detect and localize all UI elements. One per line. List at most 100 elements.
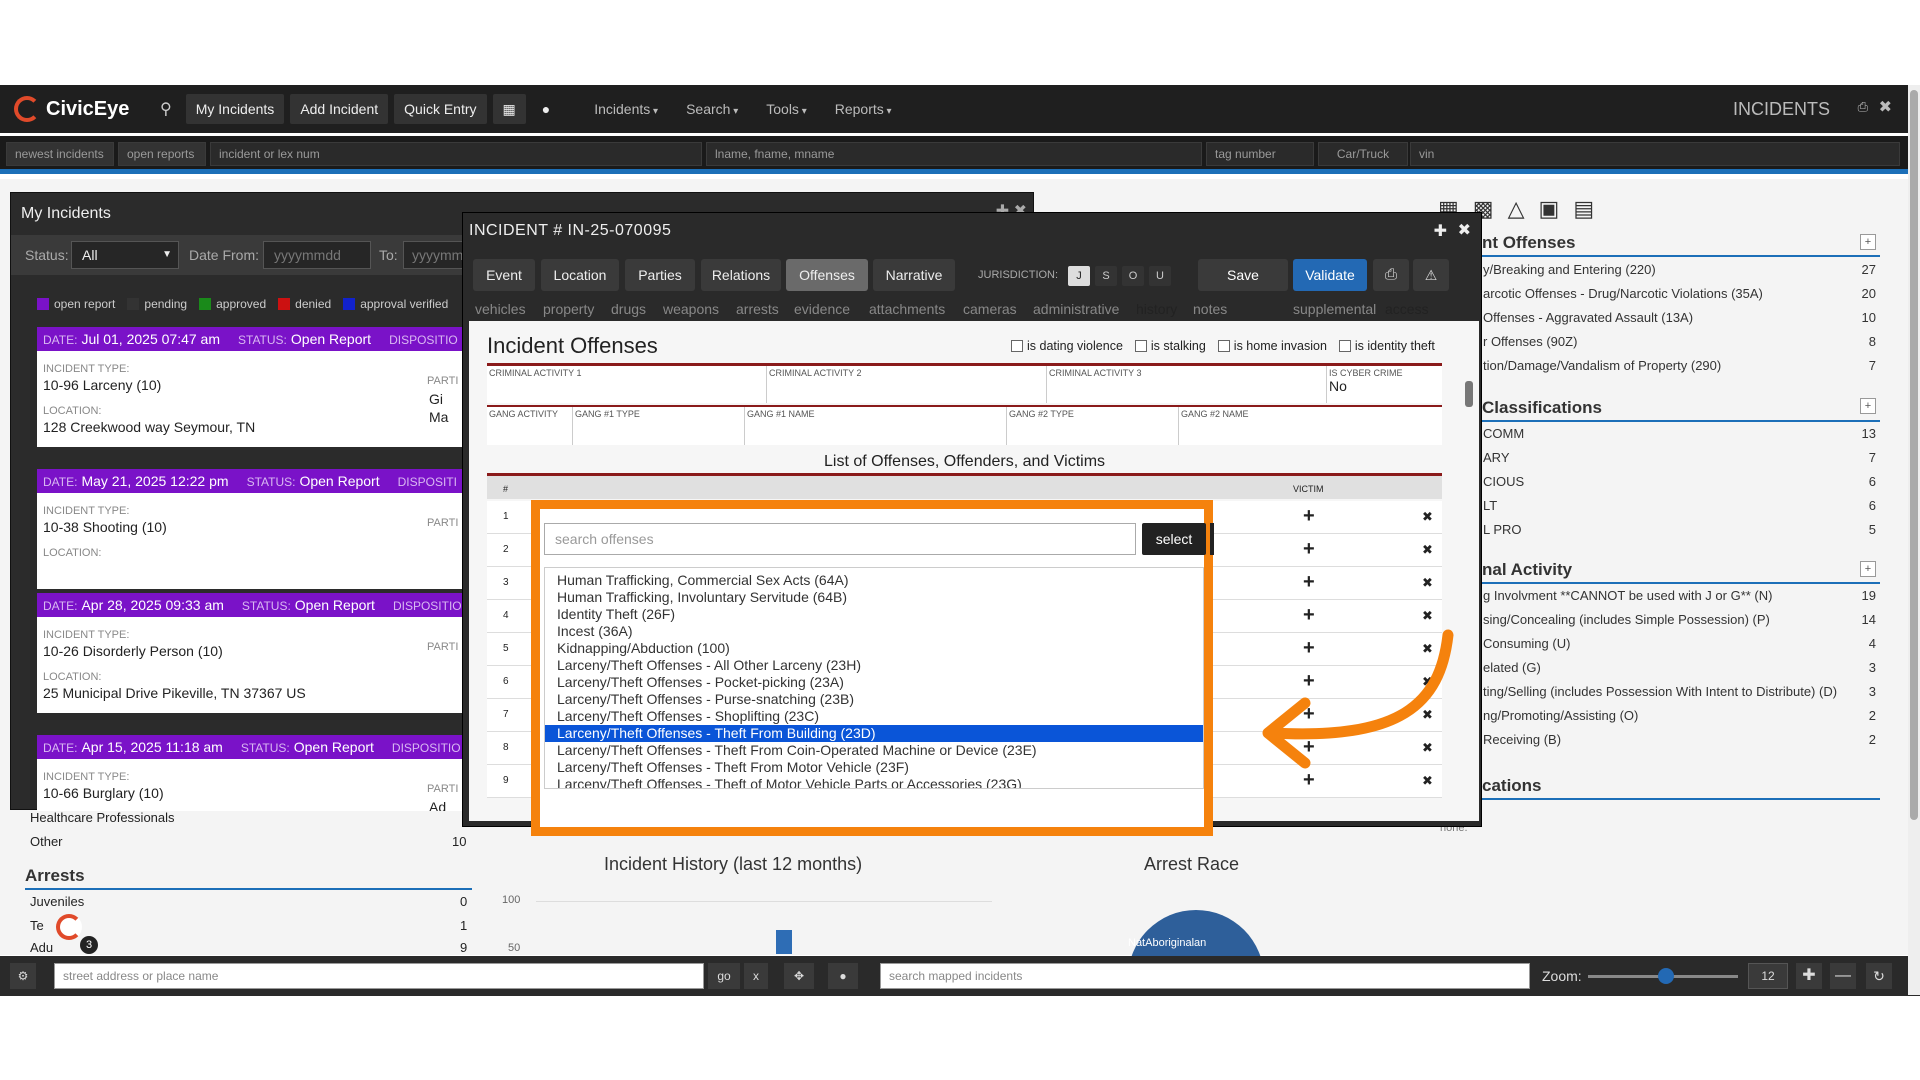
print-icon[interactable]: ⎙ bbox=[1858, 99, 1868, 115]
zoom-out-icon[interactable]: — bbox=[1830, 963, 1856, 989]
vin-input[interactable]: vin bbox=[1410, 142, 1900, 166]
report-icon[interactable]: ▤ bbox=[1573, 196, 1608, 221]
search-offenses-input[interactable]: search offenses bbox=[544, 523, 1136, 555]
close-icon[interactable]: ✖ bbox=[1879, 97, 1892, 117]
subtab-drugs[interactable]: drugs bbox=[611, 301, 646, 317]
clear-button[interactable]: x bbox=[744, 963, 768, 989]
offense-options-list[interactable]: Human Trafficking, Commercial Sex Acts (… bbox=[544, 567, 1204, 789]
offense-option[interactable]: Larceny/Theft Offenses - All Other Larce… bbox=[545, 657, 1203, 674]
refresh-icon[interactable]: ↻ bbox=[1866, 963, 1892, 989]
close-popup-button[interactable] bbox=[1210, 523, 1214, 555]
tools-menu[interactable]: Tools bbox=[766, 101, 807, 117]
offense-option[interactable]: Human Trafficking, Involuntary Servitude… bbox=[545, 589, 1203, 606]
civiceye-logo[interactable]: CivicEye bbox=[14, 96, 144, 122]
add-victim-icon[interactable]: + bbox=[1303, 505, 1315, 528]
gang1-name-field[interactable]: GANG #1 NAME bbox=[745, 407, 1007, 445]
gang2-name-field[interactable]: GANG #2 NAME bbox=[1179, 407, 1442, 445]
go-button[interactable]: go bbox=[708, 963, 740, 989]
subtab-access[interactable]: access bbox=[1385, 301, 1429, 317]
activities-row[interactable]: g Involvment **CANNOT be used with J or … bbox=[1475, 588, 1880, 608]
mapped-incidents-search[interactable]: search mapped incidents bbox=[880, 963, 1530, 989]
gang1-type-field[interactable]: GANG #1 TYPE bbox=[573, 407, 745, 445]
classifications-row[interactable]: CIOUS 6 bbox=[1475, 474, 1880, 494]
subtab-cameras[interactable]: cameras bbox=[963, 301, 1017, 317]
offense-option[interactable]: Larceny/Theft Offenses - Theft From Coin… bbox=[545, 742, 1203, 759]
offenses-row[interactable]: tion/Damage/Vandalism of Property (290) 7 bbox=[1475, 358, 1880, 378]
incident-card[interactable]: DATE: May 21, 2025 12:22 pm STATUS: Open Re… bbox=[37, 469, 467, 589]
notification-badge[interactable]: 3 bbox=[80, 936, 98, 954]
search-menu[interactable]: Search bbox=[686, 101, 738, 117]
zoom-in-icon[interactable]: ✚ bbox=[1796, 963, 1822, 989]
date-from-input[interactable]: yyyymmdd bbox=[263, 241, 371, 269]
checkbox[interactable] bbox=[1011, 340, 1023, 352]
classifications-row[interactable]: LT 6 bbox=[1475, 498, 1880, 518]
offense-option[interactable]: Larceny/Theft Offenses - Pocket-picking … bbox=[545, 674, 1203, 691]
subtab-arrests[interactable]: arrests bbox=[736, 301, 779, 317]
offense-option[interactable]: Kidnapping/Abduction (100) bbox=[545, 640, 1203, 657]
activities-row[interactable]: sing/Concealing (includes Simple Possess… bbox=[1475, 612, 1880, 632]
cyber-crime-field[interactable]: IS CYBER CRIME No bbox=[1327, 366, 1442, 403]
subtab-history[interactable]: history bbox=[1136, 301, 1177, 317]
incidents-menu[interactable]: Incidents bbox=[594, 101, 658, 117]
offenses-row[interactable]: y/Breaking and Entering (220) 27 bbox=[1475, 262, 1880, 282]
add-victim-icon[interactable]: + bbox=[1303, 571, 1315, 594]
classifications-row[interactable]: COMM 13 bbox=[1475, 426, 1880, 446]
delete-row-icon[interactable]: ✖ bbox=[1422, 608, 1433, 624]
offenses-row[interactable]: Offenses - Aggravated Assault (13A) 10 bbox=[1475, 310, 1880, 330]
document-icon[interactable]: ▣ bbox=[1539, 196, 1574, 221]
subtab-evidence[interactable]: evidence bbox=[794, 301, 850, 317]
incidents-module-label[interactable]: INCIDENTS bbox=[1733, 99, 1830, 120]
gang-activity-field[interactable]: GANG ACTIVITY bbox=[487, 407, 573, 445]
open-reports-button[interactable]: open reports bbox=[118, 142, 206, 166]
subtab-attachments[interactable]: attachments bbox=[869, 301, 945, 317]
subtab-vehicles[interactable]: vehicles bbox=[475, 301, 526, 317]
activities-row[interactable]: elated (G) 3 bbox=[1475, 660, 1880, 680]
offense-option[interactable]: Identity Theft (26F) bbox=[545, 606, 1203, 623]
expand-offenses-button[interactable]: + bbox=[1860, 234, 1876, 250]
delete-row-icon[interactable]: ✖ bbox=[1422, 542, 1433, 558]
subtab-property[interactable]: property bbox=[543, 301, 594, 317]
newest-incidents-button[interactable]: newest incidents bbox=[6, 142, 114, 166]
page-scrollbar[interactable] bbox=[1908, 85, 1920, 995]
party-item[interactable]: Ad bbox=[429, 799, 446, 811]
zoom-slider-handle[interactable] bbox=[1658, 968, 1674, 984]
checkbox[interactable] bbox=[1338, 340, 1351, 352]
reports-menu[interactable]: Reports bbox=[835, 101, 892, 117]
classifications-row[interactable]: L PRO 5 bbox=[1475, 522, 1880, 542]
incident-card[interactable]: DATE: Apr 28, 2025 09:33 am STATUS: Open Re… bbox=[37, 593, 467, 713]
incident-card[interactable]: DATE: Apr 15, 2025 11:18 am STATUS: Open Re… bbox=[37, 735, 467, 811]
expand-activity-button[interactable]: + bbox=[1860, 561, 1876, 577]
expand-classifications-button[interactable]: + bbox=[1860, 398, 1876, 414]
criminal-activity-2-field[interactable]: CRIMINAL ACTIVITY 2 bbox=[767, 366, 1047, 403]
settings-gear-icon[interactable]: ⚙ bbox=[10, 963, 36, 989]
offense-option[interactable]: Larceny/Theft Offenses - Theft From Buil… bbox=[545, 725, 1203, 742]
activities-row[interactable]: ting/Selling (includes Possession With I… bbox=[1475, 684, 1880, 704]
checkbox[interactable] bbox=[1217, 340, 1230, 352]
offenses-row[interactable]: arcotic Offenses - Drug/Narcotic Violati… bbox=[1475, 286, 1880, 306]
address-search-input[interactable]: street address or place name bbox=[54, 963, 704, 989]
activities-row[interactable]: Receiving (B) 2 bbox=[1475, 732, 1880, 752]
search-icon[interactable]: ⚲ bbox=[160, 99, 172, 119]
status-select[interactable]: All ▼ bbox=[71, 241, 179, 269]
crosshair-icon[interactable]: ✥ bbox=[784, 963, 814, 989]
incident-card[interactable]: DATE: Jul 01, 2025 07:47 am STATUS: Open Re… bbox=[37, 327, 467, 447]
party-item[interactable]: Gi bbox=[429, 391, 443, 407]
incident-number-input[interactable]: incident or lex num bbox=[210, 142, 702, 166]
add-victim-icon[interactable]: + bbox=[1303, 604, 1315, 627]
offenses-row[interactable]: r Offenses (90Z) 8 bbox=[1475, 334, 1880, 354]
name-search-input[interactable]: lname, fname, mname bbox=[706, 142, 1202, 166]
offense-option[interactable]: Larceny/Theft Offenses - Shoplifting (23… bbox=[545, 708, 1203, 725]
history-bar[interactable] bbox=[776, 930, 792, 954]
zoom-value[interactable]: 12 bbox=[1748, 963, 1788, 989]
add-incident-button[interactable]: Add Incident bbox=[290, 94, 389, 124]
chart-icon[interactable]: △ bbox=[1508, 196, 1539, 221]
offense-option[interactable]: Incest (36A) bbox=[545, 623, 1203, 640]
criminal-activity-3-field[interactable]: CRIMINAL ACTIVITY 3 bbox=[1047, 366, 1327, 403]
delete-row-icon[interactable]: ✖ bbox=[1422, 509, 1433, 525]
select-button[interactable]: select bbox=[1142, 523, 1206, 555]
checkbox[interactable] bbox=[1134, 340, 1147, 352]
chat-widget-icon[interactable] bbox=[56, 914, 82, 940]
subtab-administrative[interactable]: administrative bbox=[1033, 301, 1119, 317]
delete-row-icon[interactable]: ✖ bbox=[1422, 575, 1433, 591]
calendar-icon[interactable]: ▦ bbox=[492, 94, 526, 124]
